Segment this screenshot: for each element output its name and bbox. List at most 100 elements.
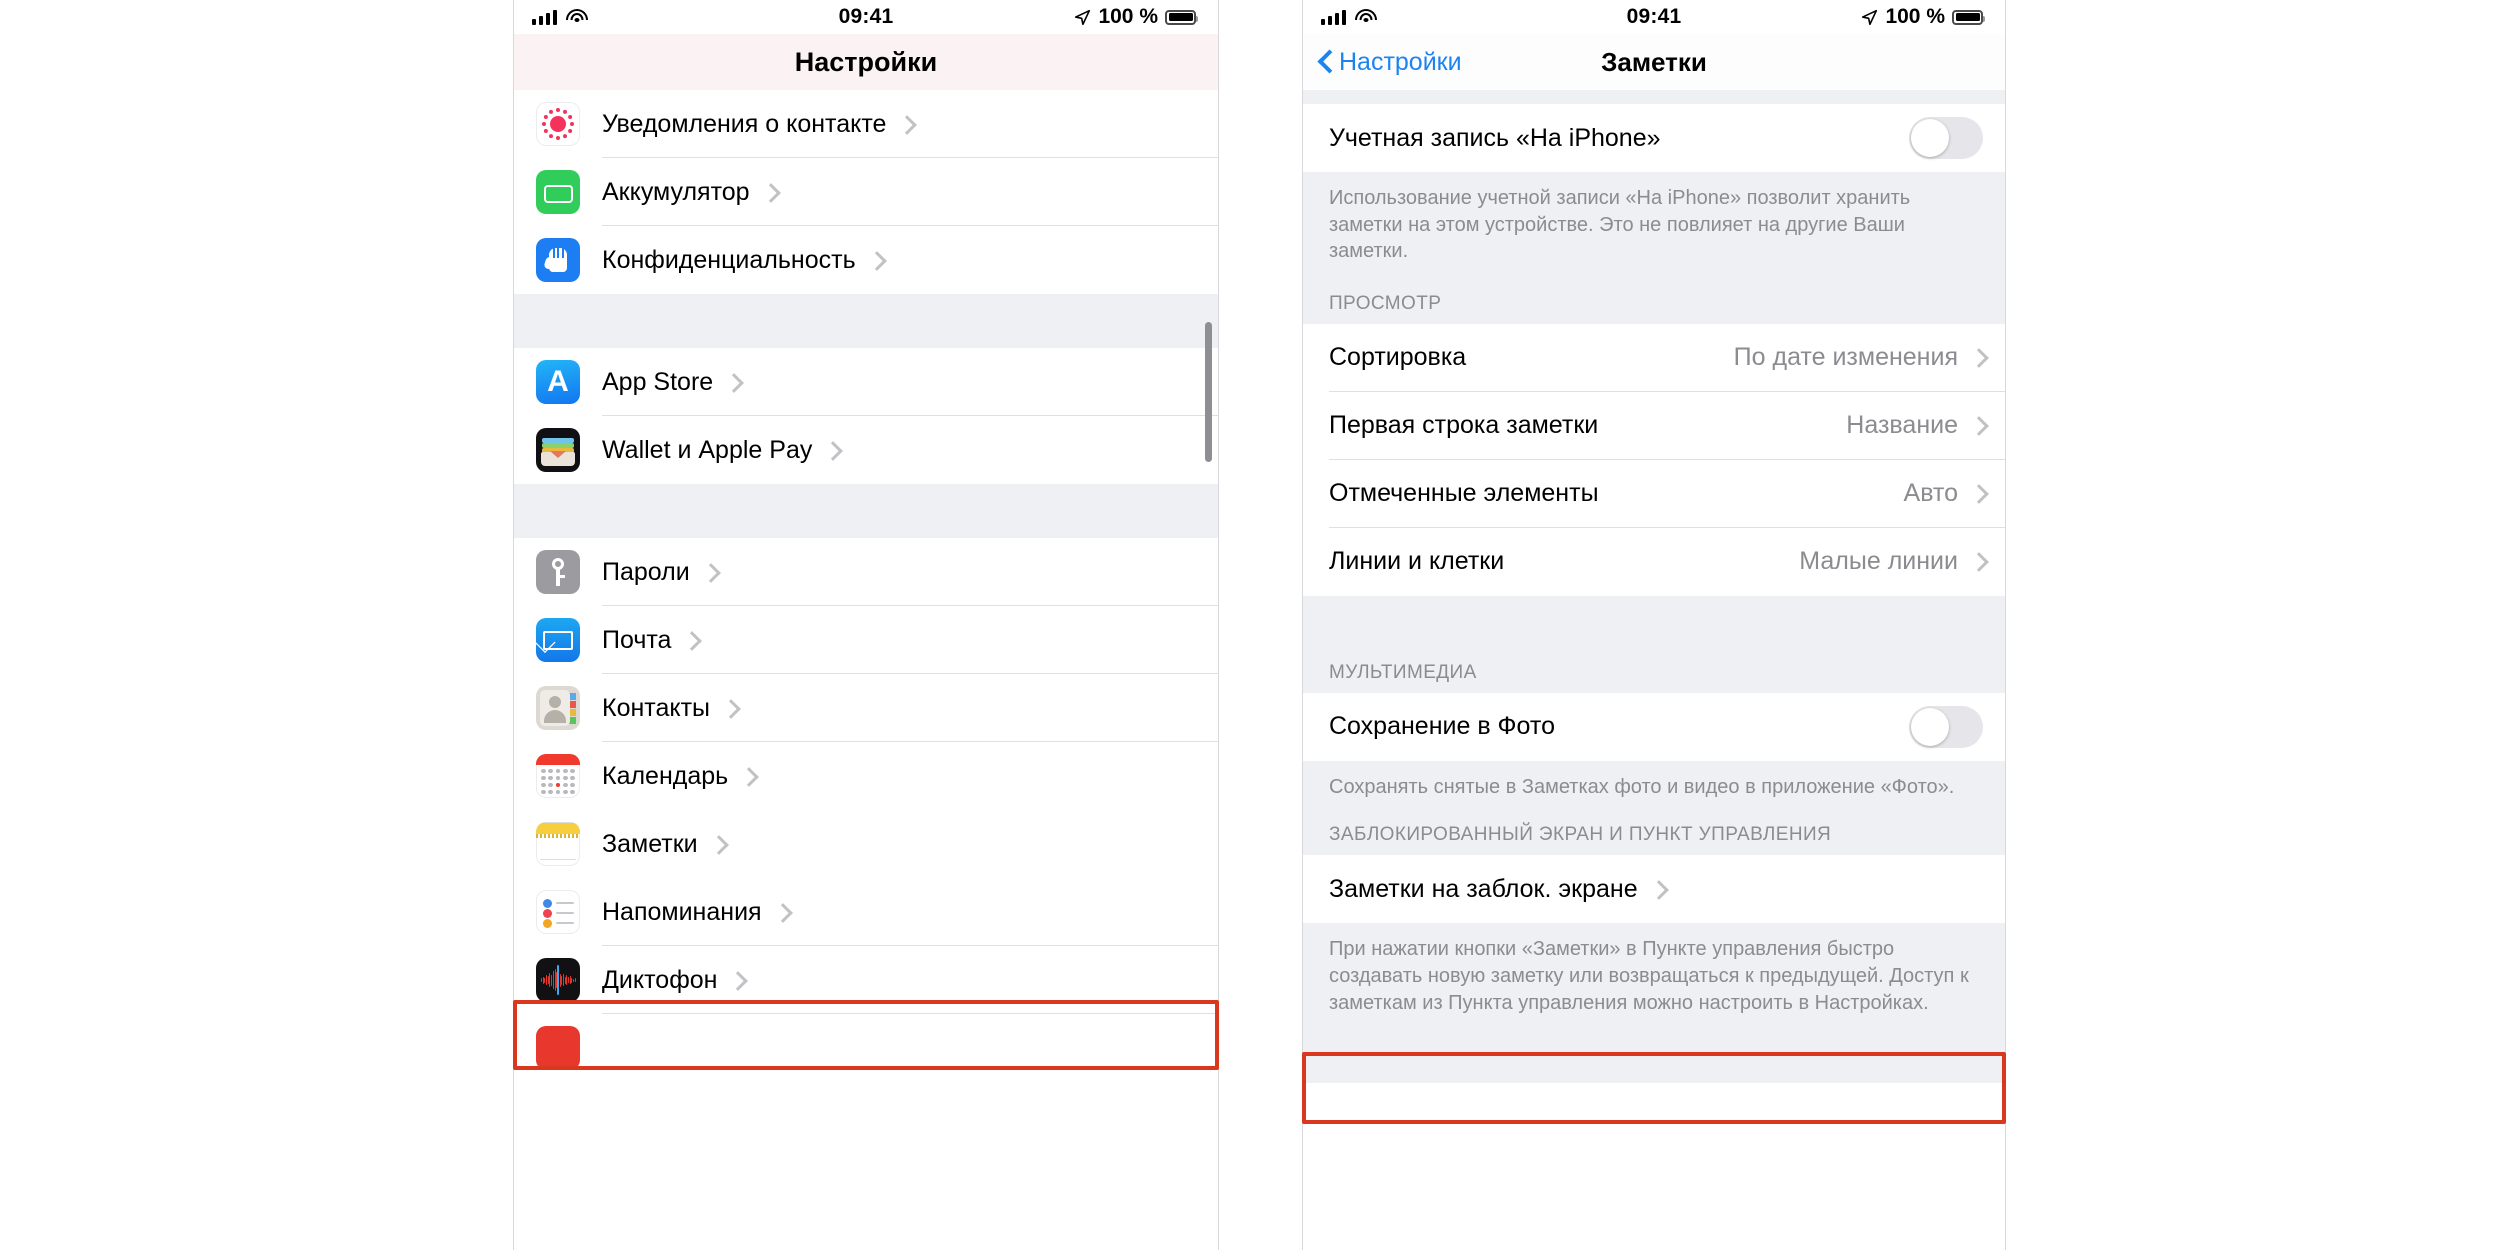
notes-icon xyxy=(536,822,580,866)
chevron-right-icon xyxy=(731,971,742,990)
media-note-text: Сохранять снятые в Заметках фото и видео… xyxy=(1303,760,2005,801)
sidebar-item-wallet[interactable]: Wallet и Apple Pay xyxy=(514,416,1218,484)
sidebar-item-voice-memos[interactable]: Диктофон xyxy=(514,946,1218,1014)
chevron-right-icon xyxy=(764,183,775,202)
reminders-icon xyxy=(536,890,580,934)
partial-app-icon xyxy=(536,1026,580,1070)
section-header-media: МУЛЬТИМЕДИА xyxy=(1303,661,2005,693)
group-spacer xyxy=(514,484,1218,538)
group-spacer xyxy=(514,294,1218,348)
settings-group-3: Пароли Почта Контакты Календарь Заметки … xyxy=(514,538,1218,1082)
sidebar-item-app-store[interactable]: A App Store xyxy=(514,348,1218,416)
on-iphone-account-toggle[interactable] xyxy=(1909,117,1983,159)
chevron-right-icon xyxy=(1972,348,1983,367)
row-notes-on-lock-screen[interactable]: Заметки на заблок. экране xyxy=(1303,855,2005,924)
list-item-label: Диктофон xyxy=(602,965,718,994)
sidebar-item-passwords[interactable]: Пароли xyxy=(514,538,1218,606)
lock-note-text: При нажатии кнопки «Заметки» в Пункте уп… xyxy=(1303,923,2005,1017)
chevron-left-icon xyxy=(1319,51,1332,73)
sidebar-item-contact-notifications[interactable]: Уведомления о контакте xyxy=(514,90,1218,158)
row-checked-items[interactable]: Отмеченные элементы Авто xyxy=(1303,459,2005,528)
app-store-icon: A xyxy=(536,360,580,404)
settings-list-screen: 09:41 100 % Настройки Уведомления о конт… xyxy=(513,0,1219,1250)
sidebar-item-calendar[interactable]: Календарь xyxy=(514,742,1218,810)
row-first-line[interactable]: Первая строка заметки Название xyxy=(1303,391,2005,460)
status-bar-left: 09:41 100 % xyxy=(514,0,1218,34)
sidebar-item-reminders[interactable]: Напоминания xyxy=(514,878,1218,946)
contacts-icon xyxy=(536,686,580,730)
battery-app-icon xyxy=(536,170,580,214)
status-time: 09:41 xyxy=(838,5,894,28)
chevron-right-icon xyxy=(1972,484,1983,503)
row-on-iphone-account[interactable]: Учетная запись «На iPhone» xyxy=(1303,104,2005,172)
list-item-label: Сохранение в Фото xyxy=(1329,712,1555,741)
media-note-block: Сохранять снятые в Заметках фото и видео… xyxy=(1303,760,2005,823)
lock-group: Заметки на заблок. экране xyxy=(1303,855,2005,924)
list-item-label: Пароли xyxy=(602,557,690,586)
lock-section-header-block: ЗАБЛОКИРОВАННЫЙ ЭКРАН И ПУНКТ УПРАВЛЕНИЯ xyxy=(1303,822,2005,856)
chevron-right-icon xyxy=(1652,880,1663,899)
list-item-value: Авто xyxy=(1903,479,1958,508)
list-item-value: Малые линии xyxy=(1799,547,1958,576)
list-item-label: Wallet и Apple Pay xyxy=(602,435,813,464)
chevron-right-icon xyxy=(1972,552,1983,571)
chevron-right-icon xyxy=(1972,416,1983,435)
sidebar-item-contacts[interactable]: Контакты xyxy=(514,674,1218,742)
list-item-label: Аккумулятор xyxy=(602,177,750,206)
sidebar-item-battery[interactable]: Аккумулятор xyxy=(514,158,1218,226)
section-header-view: ПРОСМОТР xyxy=(1303,292,2005,324)
list-item-label: Сортировка xyxy=(1329,343,1467,372)
lock-note-block: При нажатии кнопки «Заметки» в Пункте уп… xyxy=(1303,923,2005,1084)
settings-group-2: A App Store Wallet и Apple Pay xyxy=(514,348,1218,484)
account-note-block: Использование учетной записи «На iPhone»… xyxy=(1303,172,2005,287)
sidebar-item-privacy[interactable]: Конфиденциальность xyxy=(514,226,1218,294)
group-spacer xyxy=(1303,90,2005,104)
sidebar-item-partial[interactable] xyxy=(514,1014,1218,1082)
row-sorting[interactable]: Сортировка По дате изменения xyxy=(1303,323,2005,392)
chevron-right-icon xyxy=(900,115,911,134)
screenshot-root: 09:41 100 % Настройки Уведомления о конт… xyxy=(0,0,2500,1250)
chevron-right-icon xyxy=(742,767,753,786)
account-group: Учетная запись «На iPhone» xyxy=(1303,104,2005,172)
list-item-label: Заметки xyxy=(602,829,698,858)
chevron-right-icon xyxy=(712,835,723,854)
left-scrollbar-thumb[interactable] xyxy=(1205,322,1212,462)
chevron-right-icon xyxy=(724,699,735,718)
media-group: Сохранение в Фото xyxy=(1303,692,2005,761)
chevron-right-icon xyxy=(776,903,787,922)
chevron-right-icon xyxy=(685,631,696,650)
group-spacer xyxy=(1303,595,2005,662)
view-group: Сортировка По дате изменения Первая стро… xyxy=(1303,323,2005,596)
chevron-right-icon xyxy=(727,373,738,392)
list-item-value: По дате изменения xyxy=(1733,343,1958,372)
sidebar-item-mail[interactable]: Почта xyxy=(514,606,1218,674)
chevron-right-icon xyxy=(826,441,837,460)
list-item-label: Почта xyxy=(602,625,672,654)
battery-icon xyxy=(1952,9,1985,25)
right-nav-bar: Настройки Заметки xyxy=(1303,34,2005,90)
list-item-label: Отмеченные элементы xyxy=(1329,479,1599,508)
chevron-right-icon xyxy=(870,251,881,270)
row-save-to-photos[interactable]: Сохранение в Фото xyxy=(1303,692,2005,761)
media-section-header-block: МУЛЬТИМЕДИА xyxy=(1303,661,2005,693)
settings-group-1: Уведомления о контакте Аккумулятор Конфи… xyxy=(514,90,1218,294)
mail-icon xyxy=(536,618,580,662)
privacy-hand-icon xyxy=(536,238,580,282)
status-time: 09:41 xyxy=(1626,5,1682,28)
row-lines-grids[interactable]: Линии и клетки Малые линии xyxy=(1303,527,2005,596)
left-nav-title: Настройки xyxy=(514,34,1218,90)
back-button[interactable]: Настройки xyxy=(1319,48,1462,77)
list-item-label: Линии и клетки xyxy=(1329,547,1505,576)
sidebar-item-notes[interactable]: Заметки xyxy=(514,810,1218,878)
save-to-photos-toggle[interactable] xyxy=(1909,705,1983,748)
battery-icon xyxy=(1165,9,1198,25)
list-item-value: Название xyxy=(1846,411,1958,440)
back-button-label: Настройки xyxy=(1339,47,1462,76)
status-bar-right: 09:41 100 % xyxy=(1303,0,2005,34)
list-item-label: Календарь xyxy=(602,761,729,790)
list-item-label: Первая строка заметки xyxy=(1329,411,1599,440)
calendar-icon xyxy=(536,754,580,798)
list-item-label: Контакты xyxy=(602,693,710,722)
notes-settings-screen: 09:41 100 % Настройки Заметки Учетная за… xyxy=(1302,0,2006,1250)
account-note-text: Использование учетной записи «На iPhone»… xyxy=(1303,172,2005,265)
